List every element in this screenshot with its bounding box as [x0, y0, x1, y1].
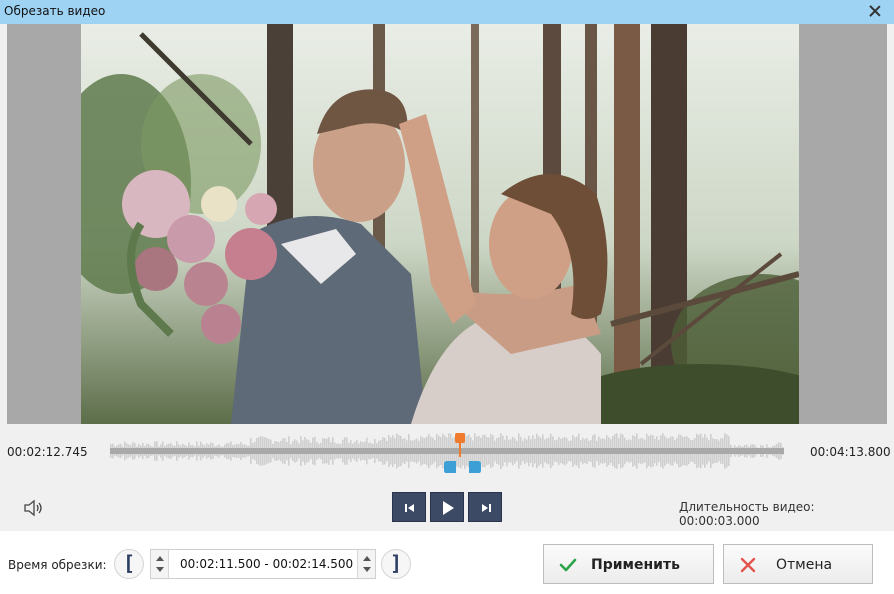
playhead-marker[interactable] [455, 433, 466, 457]
set-start-bracket-button[interactable]: [ [114, 549, 144, 579]
volume-icon[interactable] [23, 498, 45, 518]
trim-panel: Время обрезки: [ 00:02:11.500 - 00:02:14… [0, 531, 894, 594]
start-time-label: 00:02:12.745 [7, 445, 88, 459]
cancel-button-label: Отмена [776, 557, 833, 573]
video-preview-area [7, 24, 887, 424]
apply-button[interactable]: Применить [543, 544, 714, 584]
next-frame-button[interactable] [468, 492, 502, 522]
start-time-stepper[interactable] [151, 550, 169, 578]
chevron-up-icon[interactable] [363, 556, 371, 561]
trim-range-value[interactable]: 00:02:11.500 - 00:02:14.500 [180, 557, 353, 571]
trim-start-handle[interactable] [444, 454, 456, 473]
trim-end-handle-icon [469, 454, 481, 473]
timeline-waveform[interactable] [110, 428, 784, 474]
trim-start-handle-icon [444, 454, 456, 473]
chevron-down-icon[interactable] [156, 567, 164, 572]
video-frame-image [81, 24, 799, 424]
trim-time-label: Время обрезки: [8, 558, 107, 572]
trim-end-handle[interactable] [469, 454, 481, 473]
checkmark-icon [559, 558, 577, 572]
playhead-head [455, 433, 466, 443]
window-title: Обрезать видео [4, 4, 106, 18]
playback-controls [392, 492, 502, 522]
trim-range-field[interactable]: 00:02:11.500 - 00:02:14.500 [150, 549, 376, 579]
skip-back-icon [405, 504, 414, 512]
close-icon[interactable] [866, 2, 884, 20]
trim-video-window: Обрезать видео 00:02:12.745 00:04:13.800… [0, 0, 894, 594]
video-frame[interactable] [81, 24, 799, 424]
chevron-down-icon[interactable] [363, 567, 371, 572]
apply-button-label: Применить [591, 557, 680, 573]
chevron-up-icon[interactable] [156, 556, 164, 561]
playhead-stem [459, 443, 462, 457]
end-time-label: 00:04:13.800 [810, 445, 891, 459]
play-button[interactable] [430, 492, 464, 522]
cross-icon [740, 557, 756, 573]
set-end-bracket-button[interactable]: ] [381, 549, 411, 579]
skip-forward-icon [482, 504, 491, 512]
prev-frame-button[interactable] [392, 492, 426, 522]
title-bar: Обрезать видео [0, 0, 894, 24]
end-time-stepper[interactable] [357, 550, 375, 578]
video-duration: Длительность видео: 00:00:03.000 [679, 500, 815, 528]
play-icon [443, 501, 454, 515]
cancel-button[interactable]: Отмена [723, 544, 873, 584]
